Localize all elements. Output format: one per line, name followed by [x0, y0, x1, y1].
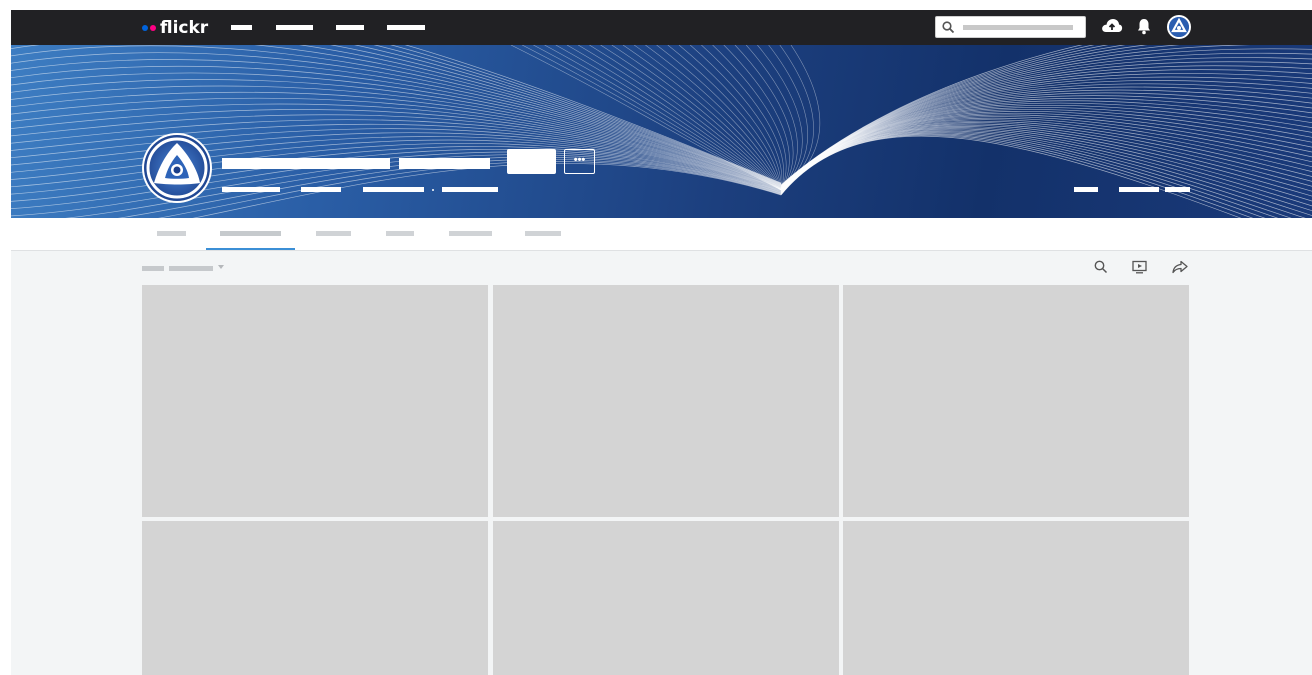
wave-line [404, 45, 782, 184]
follow-button[interactable] [507, 149, 556, 174]
profile-following-count[interactable] [363, 187, 424, 192]
profile-display-name [222, 158, 390, 169]
slideshow-icon[interactable] [1132, 260, 1147, 274]
tab-groups[interactable] [525, 231, 561, 236]
profile-cover-banner: ••• [11, 45, 1312, 218]
logo-pink-dot [150, 25, 156, 31]
profile-display-name-part-2 [399, 158, 490, 169]
profile-photos-count [1074, 187, 1098, 192]
wave-line [11, 65, 782, 187]
search-placeholder [963, 25, 1073, 30]
wave-line [780, 132, 1292, 218]
search-icon [942, 21, 955, 34]
wave-line [780, 109, 1312, 191]
profile-logo-icon [144, 135, 210, 201]
sort-label [142, 266, 164, 271]
tab-faves[interactable] [386, 231, 414, 236]
photo-tile[interactable] [843, 285, 1189, 517]
bell-icon[interactable] [1137, 18, 1151, 35]
sort-dropdown[interactable] [169, 266, 213, 271]
nav-link-you[interactable] [231, 25, 252, 30]
logo-blue-dot [142, 25, 148, 31]
photo-tile[interactable] [142, 521, 488, 675]
active-tab-indicator [206, 248, 295, 250]
more-dots-icon: ••• [573, 154, 586, 166]
user-avatar[interactable] [1167, 15, 1191, 39]
avatar-logo-icon [1169, 17, 1189, 37]
nav-link-explore[interactable] [276, 25, 313, 30]
wave-line [780, 45, 821, 191]
nav-link-get-pro[interactable] [387, 25, 425, 30]
tab-about[interactable] [157, 231, 186, 236]
profile-joined-year [1165, 187, 1190, 192]
upload-cloud-icon[interactable] [1101, 17, 1123, 34]
tab-galleries[interactable] [449, 231, 492, 236]
search-icon[interactable] [1094, 260, 1108, 274]
logo-text: flickr [160, 18, 209, 38]
flickr-logo[interactable]: flickr [142, 18, 208, 38]
cover-wave-pattern [11, 45, 1312, 218]
wave-line [780, 48, 1312, 187]
profile-tabs [11, 218, 1312, 251]
profile-followers-count[interactable] [301, 187, 341, 192]
profile-avatar[interactable] [142, 133, 212, 203]
profile-joined-date [1119, 187, 1159, 192]
tab-photostream[interactable] [220, 231, 281, 236]
search-input[interactable] [935, 16, 1086, 38]
wave-line [780, 111, 1312, 191]
photo-tile[interactable] [843, 521, 1189, 675]
profile-username [222, 187, 280, 192]
photo-tile[interactable] [493, 521, 839, 675]
photostream-content [11, 251, 1312, 675]
tab-albums[interactable] [316, 231, 351, 236]
wave-line [780, 134, 1266, 218]
profile-location [442, 187, 498, 192]
wave-line [780, 134, 1254, 218]
photo-tile[interactable] [493, 285, 839, 517]
more-options-button[interactable]: ••• [564, 149, 595, 174]
top-navigation-bar: flickr [11, 10, 1312, 45]
stats-separator-dot [432, 189, 434, 191]
nav-link-prints[interactable] [336, 25, 364, 30]
photo-tile[interactable] [142, 285, 488, 517]
share-icon[interactable] [1172, 260, 1188, 274]
chevron-down-icon[interactable] [218, 265, 224, 269]
